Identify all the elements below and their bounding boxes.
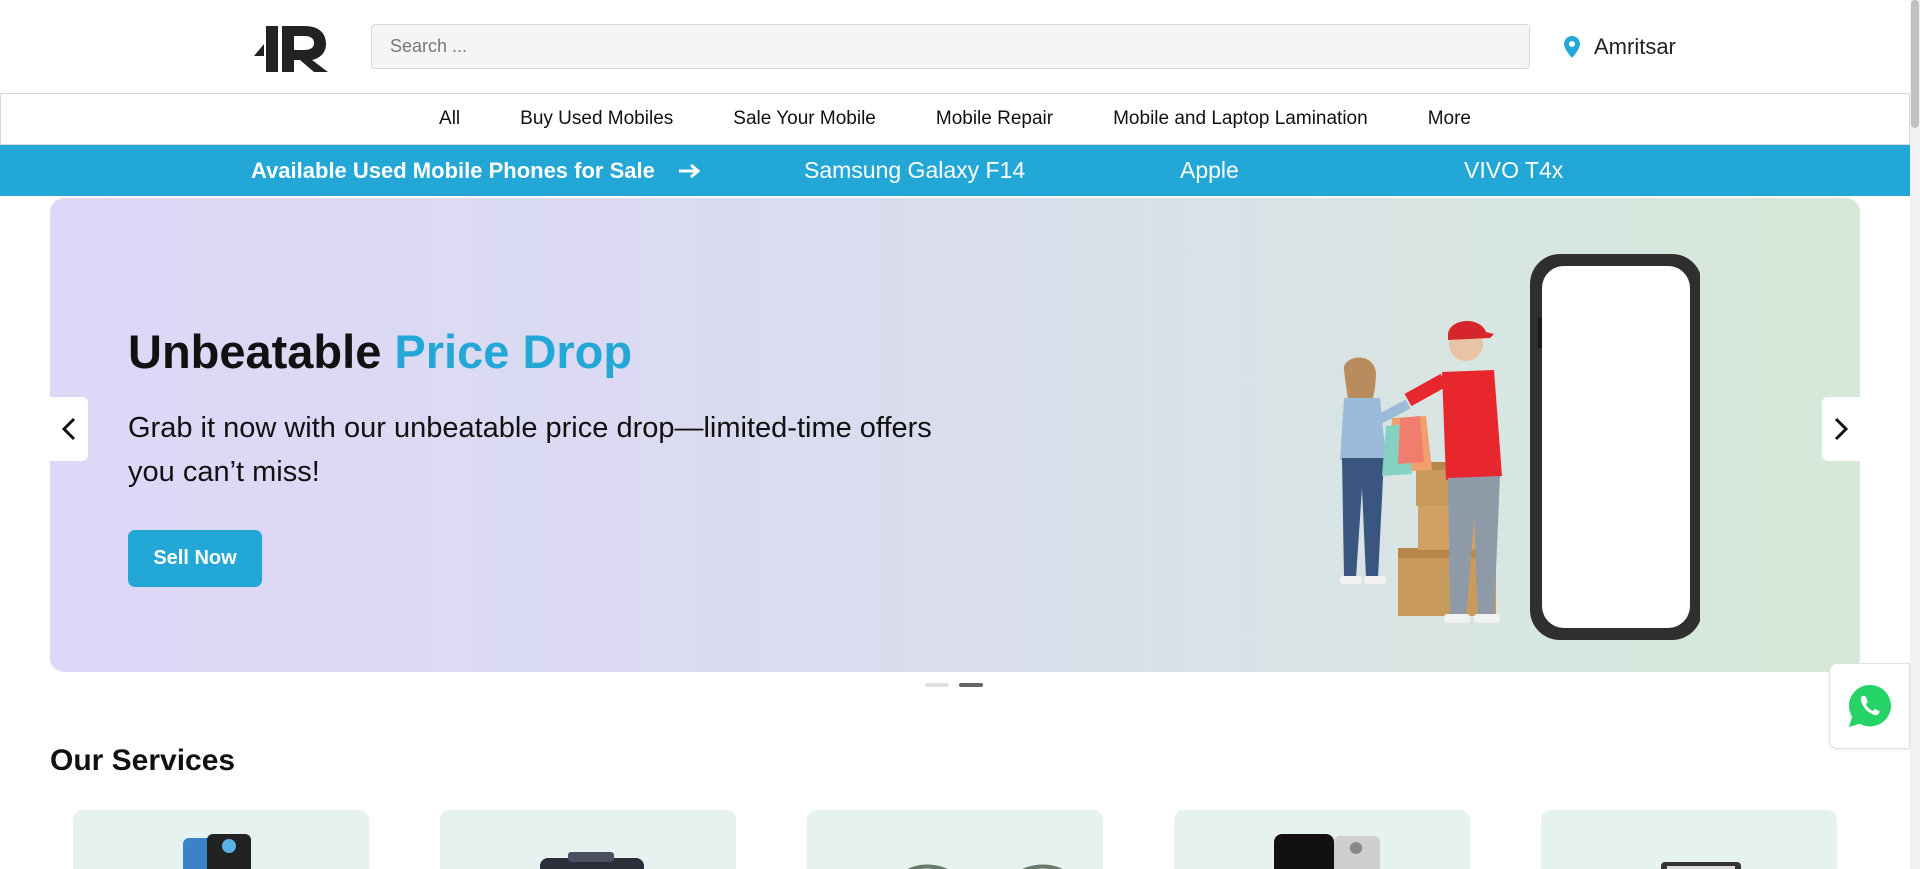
used-mobiles-image: [183, 834, 251, 869]
location-label: Amritsar: [1594, 34, 1676, 59]
strip-headline-text: Available Used Mobile Phones for Sale: [251, 157, 655, 183]
nav-item-sale-your-mobile[interactable]: Sale Your Mobile: [733, 108, 876, 130]
carousel-dot-2[interactable]: [959, 683, 983, 687]
strip-headline[interactable]: Available Used Mobile Phones for Sale: [251, 145, 701, 196]
service-card[interactable]: [1541, 810, 1837, 869]
lamination-image: [1274, 834, 1380, 869]
service-card[interactable]: [440, 810, 736, 869]
hero-subtitle: Grab it now with our unbeatable price dr…: [128, 412, 932, 488]
hero-banner: Unbeatable Price Drop Grab it now with o…: [50, 198, 1860, 672]
repair-image: [907, 864, 1063, 869]
service-card[interactable]: [807, 810, 1103, 869]
nav-item-all[interactable]: All: [439, 108, 460, 130]
nav-item-buy-used-mobiles[interactable]: Buy Used Mobiles: [520, 108, 673, 130]
service-card[interactable]: [1174, 810, 1470, 869]
hero-title: Unbeatable Price Drop: [128, 324, 632, 379]
strip-model-vivo-t4x[interactable]: VIVO T4x: [1464, 145, 1563, 196]
services-heading: Our Services: [50, 744, 236, 777]
sell-now-button[interactable]: Sell Now: [128, 530, 262, 587]
carousel-dot-1[interactable]: [925, 683, 949, 687]
nav-item-lamination[interactable]: Mobile and Laptop Lamination: [1113, 108, 1368, 130]
laptop-image: [1661, 862, 1741, 869]
site-header: Amritsar: [0, 0, 1910, 93]
chevron-right-icon: [1834, 417, 1848, 441]
hero-illustration: [1340, 254, 1700, 640]
sell-mobile-image: [540, 852, 644, 869]
hero-title-accent: Price Drop: [394, 325, 633, 378]
strip-model-apple[interactable]: Apple: [1180, 145, 1239, 196]
whatsapp-icon: [1848, 685, 1891, 727]
map-pin-icon: [1564, 36, 1580, 58]
carousel-prev-button[interactable]: [50, 397, 88, 461]
carousel-indicators: [925, 683, 983, 687]
strip-model-samsung-f14[interactable]: Samsung Galaxy F14: [804, 145, 1025, 196]
service-card[interactable]: [73, 810, 369, 869]
location-selector[interactable]: Amritsar: [1564, 30, 1676, 64]
chevron-left-icon: [62, 417, 76, 441]
search-input[interactable]: [371, 24, 1530, 69]
whatsapp-button[interactable]: [1829, 663, 1910, 749]
arrow-right-icon: [678, 163, 701, 178]
nav-item-mobile-repair[interactable]: Mobile Repair: [936, 108, 1053, 130]
nav-item-more[interactable]: More: [1428, 108, 1471, 130]
page-scrollbar[interactable]: [1910, 0, 1920, 869]
hero-title-main: Unbeatable: [128, 325, 382, 378]
carousel-next-button[interactable]: [1822, 397, 1860, 461]
used-phones-strip: Available Used Mobile Phones for Sale Sa…: [0, 145, 1910, 196]
services-list: [73, 810, 1843, 869]
brand-logo[interactable]: [254, 20, 330, 72]
scrollbar-thumb[interactable]: [1911, 0, 1919, 128]
category-nav: All Buy Used Mobiles Sale Your Mobile Mo…: [0, 93, 1910, 145]
